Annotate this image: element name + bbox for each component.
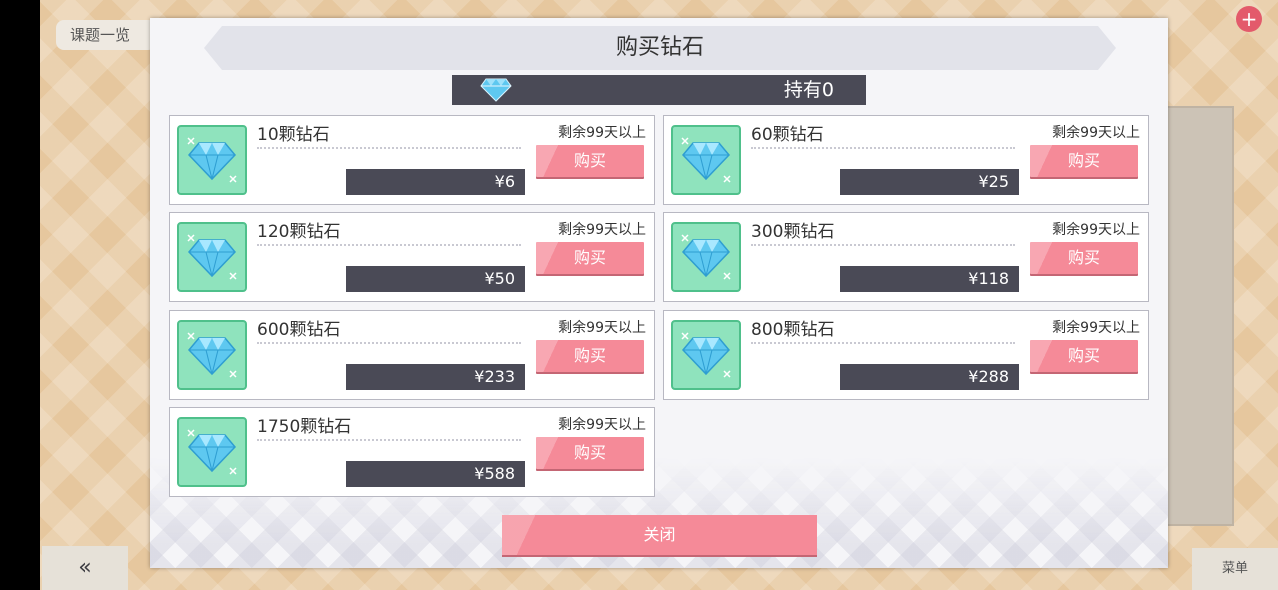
pack-name: 300颗钻石 (751, 220, 1015, 246)
buy-button[interactable]: 购买 (536, 242, 644, 274)
pack-name: 10颗钻石 (257, 123, 521, 149)
pack-name: 800颗钻石 (751, 318, 1015, 344)
buy-button[interactable]: 购买 (1030, 340, 1138, 372)
pack-price: ¥233 (346, 364, 525, 390)
buy-button[interactable]: 购买 (536, 437, 644, 469)
pack-price: ¥588 (346, 461, 525, 487)
diamond-pack-icon (671, 125, 741, 195)
remaining-time: 剩余99天以上 (558, 320, 646, 336)
dialog-title: 购买钻石 (615, 35, 704, 60)
diamond-pack-card: 60颗钻石 ¥25 剩余99天以上 购买 (663, 115, 1149, 205)
diamond-icon (681, 234, 731, 280)
remaining-time: 剩余99天以上 (1052, 222, 1140, 238)
diamond-pack-card: 300颗钻石 ¥118 剩余99天以上 购买 (663, 212, 1149, 302)
owned-count: 持有0 (783, 79, 834, 101)
diamond-icon (187, 234, 237, 280)
plus-icon[interactable]: + (1236, 6, 1262, 32)
diamond-pack-card: 800颗钻石 ¥288 剩余99天以上 购买 (663, 310, 1149, 400)
diamond-pack-icon (671, 222, 741, 292)
diamond-icon (187, 429, 237, 475)
diamond-pack-card: 600颗钻石 ¥233 剩余99天以上 购买 (169, 310, 655, 400)
buy-button[interactable]: 购买 (536, 340, 644, 372)
remaining-time: 剩余99天以上 (1052, 125, 1140, 141)
buy-diamonds-dialog: 购买钻石 持有0 10颗钻石 ¥6 剩余99天以上 购买 60颗钻石 ¥25 剩… (150, 18, 1168, 568)
menu-button[interactable]: 菜单 (1192, 548, 1278, 590)
pack-name: 1750颗钻石 (257, 415, 521, 441)
remaining-time: 剩余99天以上 (1052, 320, 1140, 336)
remaining-time: 剩余99天以上 (558, 125, 646, 141)
diamond-icon (480, 78, 512, 102)
owned-diamonds-bar: 持有0 (452, 75, 866, 105)
buy-button[interactable]: 购买 (1030, 242, 1138, 274)
task-list-button[interactable]: 课题一览 (56, 20, 156, 50)
back-button[interactable]: « (42, 546, 128, 590)
pack-price: ¥288 (840, 364, 1019, 390)
diamond-pack-icon (177, 320, 247, 390)
pack-price: ¥25 (840, 169, 1019, 195)
title-banner: 购买钻石 (204, 26, 1116, 70)
diamond-pack-icon (177, 417, 247, 487)
double-chevron-left-icon: « (78, 555, 92, 580)
diamond-pack-card: 1750颗钻石 ¥588 剩余99天以上 购买 (169, 407, 655, 497)
close-button[interactable]: 关闭 (502, 515, 817, 555)
diamond-pack-icon (177, 125, 247, 195)
pack-price: ¥50 (346, 266, 525, 292)
pack-name: 60颗钻石 (751, 123, 1015, 149)
buy-button[interactable]: 购买 (1030, 145, 1138, 177)
pack-name: 600颗钻石 (257, 318, 521, 344)
diamond-pack-card: 120颗钻石 ¥50 剩余99天以上 购买 (169, 212, 655, 302)
diamond-icon (681, 137, 731, 183)
remaining-time: 剩余99天以上 (558, 417, 646, 433)
diamond-icon (681, 332, 731, 378)
buy-button[interactable]: 购买 (536, 145, 644, 177)
diamond-icon (187, 137, 237, 183)
pack-price: ¥118 (840, 266, 1019, 292)
pack-name: 120颗钻石 (257, 220, 521, 246)
remaining-time: 剩余99天以上 (558, 222, 646, 238)
diamond-pack-icon (177, 222, 247, 292)
pack-price: ¥6 (346, 169, 525, 195)
diamond-pack-card: 10颗钻石 ¥6 剩余99天以上 购买 (169, 115, 655, 205)
diamond-icon (187, 332, 237, 378)
diamond-pack-icon (671, 320, 741, 390)
